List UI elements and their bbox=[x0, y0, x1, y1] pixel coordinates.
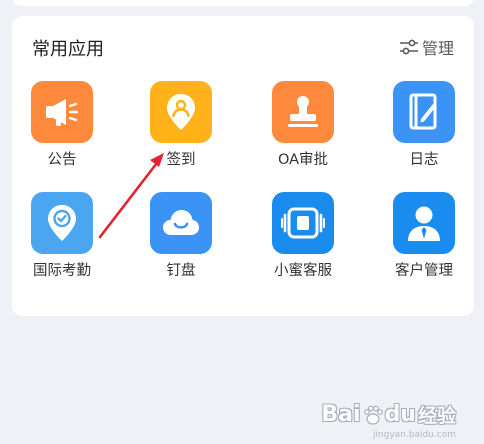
app-tile bbox=[150, 192, 212, 254]
app-tile bbox=[272, 192, 334, 254]
previous-card-edge bbox=[12, 0, 474, 6]
cloud-smile-icon bbox=[163, 210, 199, 235]
app-announcement[interactable]: 公告 bbox=[12, 81, 112, 173]
manage-label: 管理 bbox=[421, 39, 454, 58]
app-label: 公告 bbox=[47, 152, 77, 168]
location-pin-person-icon bbox=[167, 94, 195, 130]
watermark-brand-suffix: du bbox=[384, 402, 416, 427]
customer-person-icon bbox=[408, 206, 440, 241]
app-label: OA审批 bbox=[277, 152, 329, 168]
sliders-icon bbox=[399, 39, 418, 55]
common-apps-card: 常用应用 管理 公告 签到 OA审批 日志 国际考勤 钉盘 小蜜客服 客户管理 bbox=[12, 16, 474, 316]
app-label: 客户管理 bbox=[395, 263, 453, 279]
app-xiaomi-service[interactable]: 小蜜客服 bbox=[253, 192, 353, 284]
app-label: 国际考勤 bbox=[33, 263, 91, 279]
watermark-brand: Bai bbox=[321, 402, 361, 427]
megaphone-icon bbox=[46, 99, 79, 126]
manage-button[interactable]: 管理 bbox=[399, 35, 454, 59]
app-tile bbox=[31, 81, 93, 143]
paw-logo-icon bbox=[363, 405, 383, 425]
app-check-in[interactable]: 签到 bbox=[131, 81, 231, 173]
section-title: 常用应用 bbox=[32, 39, 104, 60]
app-label: 日志 bbox=[409, 152, 439, 168]
notebook-pen-icon bbox=[409, 93, 437, 130]
location-check-icon bbox=[48, 205, 76, 241]
app-tile bbox=[31, 192, 93, 254]
app-label: 钉盘 bbox=[166, 263, 196, 279]
app-log[interactable]: 日志 bbox=[374, 81, 474, 173]
app-ding-disk[interactable]: 钉盘 bbox=[131, 192, 231, 284]
robot-screen-icon bbox=[281, 207, 325, 239]
app-tile bbox=[393, 192, 455, 254]
app-international-attendance[interactable]: 国际考勤 bbox=[12, 192, 112, 284]
app-tile bbox=[272, 81, 334, 143]
app-tile bbox=[393, 81, 455, 143]
watermark-logo: Bai du 经验 bbox=[321, 401, 456, 428]
app-customer-management[interactable]: 客户管理 bbox=[374, 192, 474, 284]
app-oa-approval[interactable]: OA审批 bbox=[253, 81, 353, 173]
app-label: 小蜜客服 bbox=[274, 263, 332, 279]
watermark-product: 经验 bbox=[417, 405, 456, 427]
app-label: 签到 bbox=[166, 152, 196, 168]
app-tile bbox=[150, 81, 212, 143]
stamp-icon bbox=[288, 96, 318, 127]
watermark-domain: jingyan.baidu.com bbox=[372, 430, 456, 440]
